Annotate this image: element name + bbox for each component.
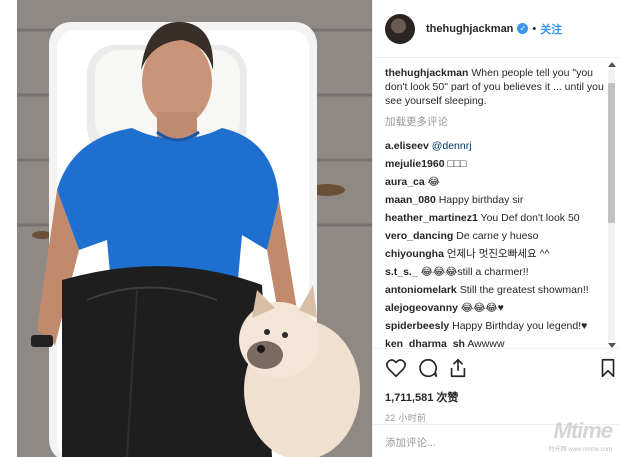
comment-text: Happy birthday sir — [438, 194, 524, 206]
post-actions: 1,711,581 次赞 22 小时前 — [373, 348, 620, 424]
comment-username[interactable]: antoniomelark — [385, 284, 457, 296]
author-avatar[interactable] — [385, 13, 415, 44]
comment-username[interactable]: alejogeovanny — [385, 302, 458, 314]
photo-illustration — [17, 0, 372, 457]
comment-item: heather_martinez1 You Def don't look 50 — [385, 209, 607, 227]
comment-text: Happy Birthday you legend!♥ — [452, 320, 588, 332]
header-separator: • — [532, 22, 537, 35]
follow-button[interactable]: 关注 — [540, 21, 562, 37]
watermark-logo: Mtime — [553, 418, 613, 443]
comment-username[interactable]: mejulie1960 — [385, 158, 445, 170]
comment-item: antoniomelark Still the greatest showman… — [385, 281, 607, 299]
post-caption: thehughjackman When people tell you "you… — [385, 66, 607, 108]
heart-icon[interactable] — [385, 357, 407, 379]
comment-username[interactable]: ken_dharma_sh — [385, 338, 465, 348]
mtime-watermark: Mtime 时光网 www.mtime.com — [548, 418, 613, 453]
comment-item: s.t_s._ 😂😂😂still a charmer!! — [385, 263, 607, 281]
comment-rows: a.eliseev @dennrj mejulie1960 □□□ aura_ca … — [385, 137, 607, 348]
comment-username[interactable]: aura_ca — [385, 176, 425, 188]
comment-text: Awwww — [467, 338, 505, 348]
scrollbar-thumb[interactable] — [608, 83, 615, 223]
author-username[interactable]: thehughjackman — [426, 23, 513, 35]
comments-scrollbar[interactable] — [607, 62, 616, 348]
likes-count[interactable]: 1,711,581 次赞 — [385, 389, 609, 405]
comment-item: a.eliseev @dennrj — [385, 137, 607, 155]
comment-item: spiderbeesly Happy Birthday you legend!♥ — [385, 317, 607, 335]
scroll-up-arrow-icon[interactable] — [608, 62, 616, 67]
comment-bubble-icon[interactable] — [417, 357, 439, 379]
comment-username[interactable]: a.eliseev — [385, 140, 429, 152]
comment-text: 언제나 멋진오빠세요 ^^ — [446, 248, 550, 260]
comment-item: chiyoungha 언제나 멋진오빠세요 ^^ — [385, 245, 607, 263]
post-photo[interactable] — [17, 0, 372, 457]
comment-username[interactable]: heather_martinez1 — [385, 212, 478, 224]
comment-username[interactable]: maan_080 — [385, 194, 436, 206]
watermark-subtitle: 时光网 www.mtime.com — [548, 447, 612, 453]
verified-badge-icon: ✓ — [517, 23, 529, 34]
action-icons — [385, 357, 615, 381]
load-more-comments-link[interactable]: 加载更多评论 — [385, 114, 607, 129]
comment-username[interactable]: vero_dancing — [385, 230, 453, 242]
comment-item: aura_ca 😂 — [385, 173, 607, 191]
comment-text: You Def don't look 50 — [480, 212, 580, 224]
bookmark-icon[interactable] — [597, 357, 619, 379]
caption-author[interactable]: thehughjackman — [385, 67, 468, 79]
comment-item: mejulie1960 □□□ — [385, 155, 607, 173]
post-panel: thehughjackman ✓ • 关注 thehughjackman Whe… — [372, 0, 620, 457]
comment-username[interactable]: chiyoungha — [385, 248, 444, 260]
post-header: thehughjackman ✓ • 关注 — [373, 0, 620, 58]
comment-item: ken_dharma_sh Awwww — [385, 335, 607, 348]
comments-list[interactable]: thehughjackman When people tell you "you… — [385, 66, 607, 348]
comment-item: maan_080 Happy birthday sir — [385, 191, 607, 209]
comment-text: 😂 — [427, 176, 440, 188]
comment-text: 😂😂😂♥ — [460, 302, 504, 314]
comment-item: vero_dancing De carne y hueso — [385, 227, 607, 245]
scrollbar-track[interactable] — [608, 70, 615, 340]
share-icon[interactable] — [447, 357, 469, 379]
comment-item: alejogeovanny 😂😂😂♥ — [385, 299, 607, 317]
comment-username[interactable]: s.t_s._ — [385, 266, 418, 278]
comment-text: 😂😂😂still a charmer!! — [420, 266, 529, 278]
comment-text: De carne y hueso — [456, 230, 539, 242]
comment-text: @dennrj — [431, 140, 472, 152]
comment-text: □□□ — [447, 158, 467, 170]
comment-text: Still the greatest showman!! — [459, 284, 589, 296]
comment-username[interactable]: spiderbeesly — [385, 320, 449, 332]
